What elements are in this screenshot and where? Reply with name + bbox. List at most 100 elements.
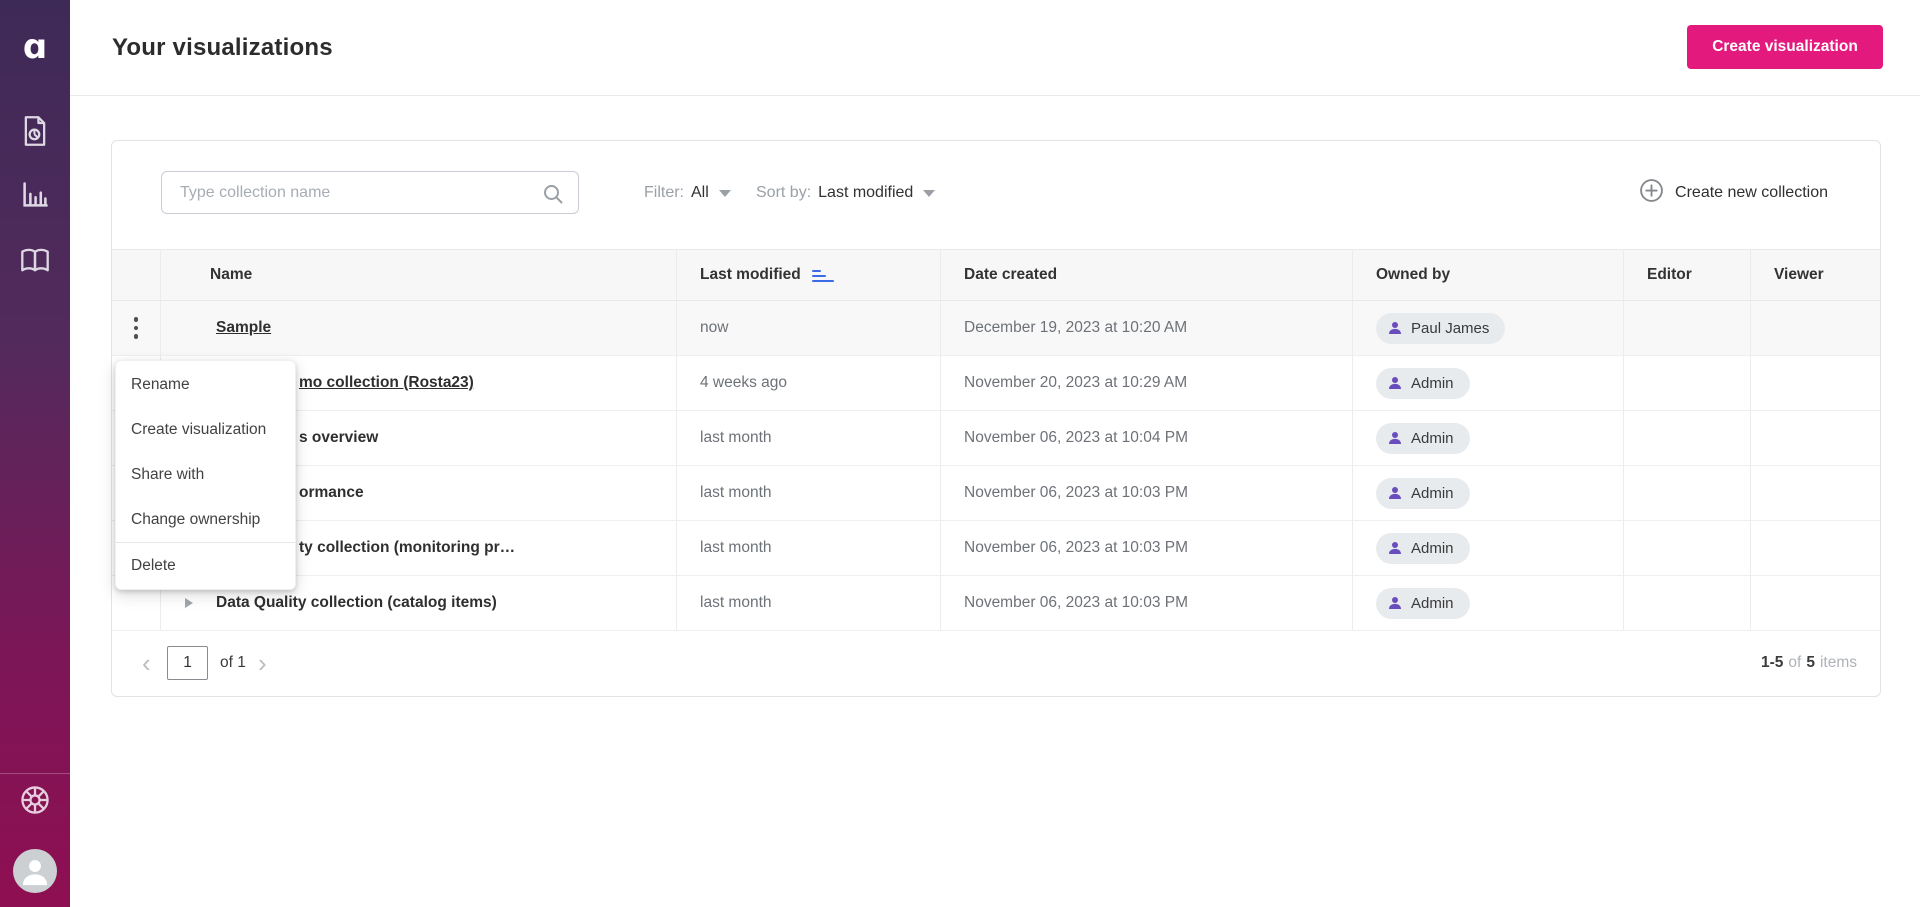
person-icon: [1389, 377, 1401, 389]
collections-panel: Filter: All Sort by: Last modified Creat…: [111, 140, 1881, 697]
menu-item-rename[interactable]: Rename: [116, 362, 295, 407]
items-count: 1-5 of 5 items: [1760, 654, 1857, 671]
table-row: Data Quality collection (catalog items) …: [112, 576, 1880, 631]
collection-search: [161, 171, 579, 214]
page-number-input[interactable]: [167, 646, 208, 680]
owner-pill: Admin: [1376, 532, 1470, 564]
person-icon: [1389, 597, 1401, 609]
sidebar-divider: [0, 773, 70, 774]
editor-cell: [1624, 411, 1751, 465]
bar-chart-icon: [20, 180, 50, 210]
editor-cell: [1624, 356, 1751, 410]
sidebar-item-reports[interactable]: [0, 115, 70, 147]
create-new-collection-button[interactable]: Create new collection: [1639, 171, 1828, 214]
report-icon: [21, 115, 49, 147]
search-icon: [542, 183, 564, 210]
search-input[interactable]: [162, 172, 578, 213]
header-date-created[interactable]: Date created: [941, 250, 1353, 300]
editor-cell: [1624, 466, 1751, 520]
viewer-cell: [1751, 411, 1880, 465]
table-row: ormance last month November 06, 2023 at …: [112, 466, 1880, 521]
items-total: 5: [1806, 654, 1815, 671]
header-viewer[interactable]: Viewer: [1751, 250, 1880, 300]
sidebar-item-profile[interactable]: [0, 849, 70, 893]
app-logo[interactable]: ɑ: [0, 24, 70, 70]
owner-pill: Admin: [1376, 587, 1470, 619]
page-title: Your visualizations: [112, 34, 333, 61]
expand-row-icon[interactable]: [185, 598, 193, 608]
table-row: s overview last month November 06, 2023 …: [112, 411, 1880, 466]
viewer-cell: [1751, 301, 1880, 355]
viewer-cell: [1751, 576, 1880, 630]
sidebar-item-hub[interactable]: [0, 784, 70, 816]
menu-item-share-with[interactable]: Share with: [116, 452, 295, 497]
sort-descending-icon: [811, 269, 834, 283]
owner-pill: Admin: [1376, 477, 1470, 509]
menu-item-create-visualization[interactable]: Create visualization: [116, 407, 295, 452]
collection-name-link[interactable]: Sample: [161, 301, 677, 355]
row-kebab-menu-icon[interactable]: [128, 311, 145, 345]
last-modified-cell: last month: [677, 466, 941, 520]
viewer-cell: [1751, 521, 1880, 575]
page-of-label: of 1: [220, 654, 246, 671]
person-icon: [1389, 487, 1401, 499]
date-created-cell: November 06, 2023 at 10:03 PM: [941, 521, 1353, 575]
header-cell-actions: [112, 250, 161, 300]
menu-item-change-ownership[interactable]: Change ownership: [116, 497, 295, 542]
sidebar: ɑ: [0, 0, 70, 907]
previous-page-icon[interactable]: ‹: [142, 650, 151, 676]
last-modified-cell: now: [677, 301, 941, 355]
viewer-cell: [1751, 356, 1880, 410]
last-modified-cell: last month: [677, 576, 941, 630]
editor-cell: [1624, 301, 1751, 355]
filter-value: All: [691, 183, 709, 201]
filter-label: Filter:: [644, 183, 684, 201]
sidebar-item-glossary[interactable]: [0, 248, 70, 274]
user-avatar: [13, 849, 57, 893]
owned-by-cell: Admin: [1353, 411, 1624, 465]
header-last-modified[interactable]: Last modified: [677, 250, 941, 300]
editor-cell: [1624, 576, 1751, 630]
owned-by-cell: Paul James: [1353, 301, 1624, 355]
items-range: 1-5: [1760, 654, 1784, 671]
date-created-cell: November 06, 2023 at 10:03 PM: [941, 466, 1353, 520]
menu-item-delete[interactable]: Delete: [116, 543, 295, 588]
last-modified-cell: last month: [677, 521, 941, 575]
chevron-down-icon: [923, 190, 936, 197]
date-created-cell: November 06, 2023 at 10:04 PM: [941, 411, 1353, 465]
collections-table: Name Last modified Date created Owned by…: [112, 249, 1880, 631]
wheel-icon: [19, 784, 51, 816]
chevron-down-icon: [718, 190, 731, 197]
table-row: ty collection (monitoring pr… last month…: [112, 521, 1880, 576]
date-created-cell: December 19, 2023 at 10:20 AM: [941, 301, 1353, 355]
next-page-icon[interactable]: ›: [258, 650, 267, 676]
owned-by-cell: Admin: [1353, 356, 1624, 410]
book-icon: [20, 248, 50, 274]
editor-cell: [1624, 521, 1751, 575]
row-context-menu: Rename Create visualization Share with C…: [115, 360, 296, 590]
plus-circle-icon: [1639, 178, 1664, 208]
filter-dropdown[interactable]: Filter: All: [644, 171, 731, 214]
create-new-collection-label: Create new collection: [1675, 183, 1828, 201]
owner-pill: Admin: [1376, 367, 1470, 399]
table-row: mo collection (Rosta23) 4 weeks ago Nove…: [112, 356, 1880, 411]
person-icon: [1389, 542, 1401, 554]
sort-dropdown[interactable]: Sort by: Last modified: [756, 171, 936, 214]
owner-pill: Admin: [1376, 422, 1470, 454]
table-row: Sample now December 19, 2023 at 10:20 AM…: [112, 301, 1880, 356]
sidebar-item-visualizations[interactable]: [0, 180, 70, 210]
sort-label: Sort by:: [756, 183, 812, 201]
owner-pill: Paul James: [1376, 312, 1506, 344]
person-icon: [1389, 322, 1401, 334]
header-owned-by[interactable]: Owned by: [1353, 250, 1624, 300]
create-visualization-button[interactable]: Create visualization: [1687, 25, 1883, 69]
last-modified-cell: last month: [677, 411, 941, 465]
person-icon: [1389, 432, 1401, 444]
owned-by-cell: Admin: [1353, 521, 1624, 575]
header-editor[interactable]: Editor: [1624, 250, 1751, 300]
pagination-bar: ‹ of 1 › 1-5 of 5 items: [112, 630, 1880, 696]
date-created-cell: November 06, 2023 at 10:03 PM: [941, 576, 1353, 630]
date-created-cell: November 20, 2023 at 10:29 AM: [941, 356, 1353, 410]
sort-value: Last modified: [818, 183, 914, 201]
header-name[interactable]: Name: [161, 250, 677, 300]
